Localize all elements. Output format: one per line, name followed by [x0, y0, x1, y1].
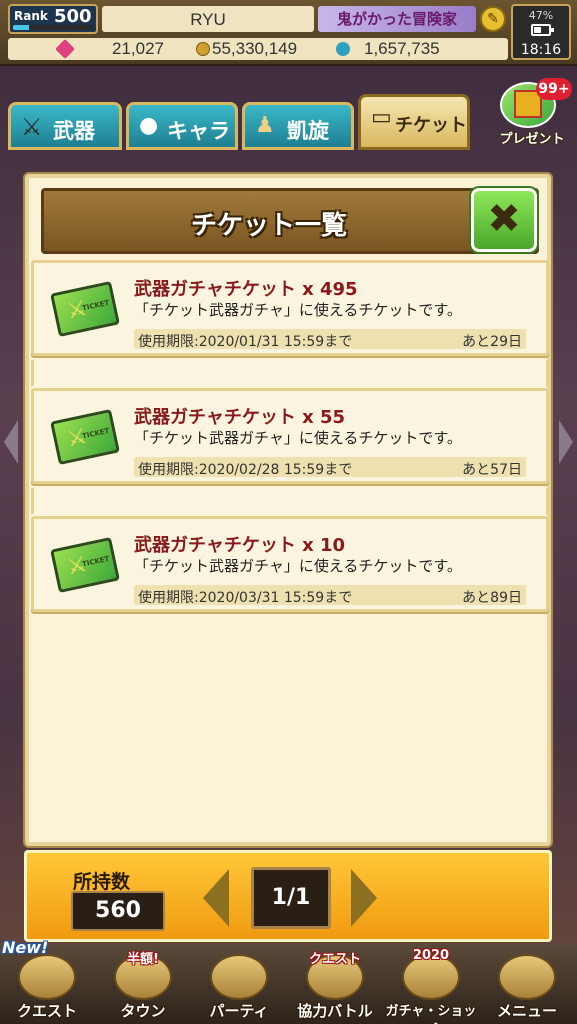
close-button[interactable]: ✖	[471, 188, 537, 252]
nav-quest-label: クエスト	[16, 1002, 77, 1020]
ticket-remaining-days: あと89日	[462, 590, 522, 606]
next-page-arrow-icon[interactable]	[351, 869, 377, 927]
nav-coop-tag: クエスト	[308, 952, 361, 967]
nav-gacha-tag: 2020	[412, 948, 450, 963]
pencil-icon[interactable]: ✎	[480, 6, 506, 32]
ticket-expiry-bar: 使用期限:2020/02/28 15:59まで あと57日	[134, 457, 526, 478]
present-button[interactable]: 99+ プレゼント	[492, 78, 572, 150]
ticket-remaining-days: あと57日	[462, 462, 522, 478]
gem-icon	[55, 39, 75, 59]
weapon-ticket-icon: ⚔ TICKET	[50, 537, 120, 593]
point-count: 1,657,735	[364, 39, 440, 58]
nav-town[interactable]: 半額! タウン	[96, 950, 190, 1022]
nav-quest[interactable]: クエスト	[0, 950, 94, 1022]
rank-display: Rank 500	[8, 4, 98, 34]
dialog-title: チケット一覧	[190, 211, 347, 241]
page-indicator: 1/1	[251, 867, 331, 929]
nav-menu[interactable]: メニュー	[480, 950, 574, 1022]
tab-triumph-label: 凱旋	[287, 119, 329, 143]
gem-count: 21,027	[112, 39, 164, 58]
rank-exp-bar	[13, 25, 93, 30]
ticket-icon: ▭	[371, 105, 392, 130]
ticket-remaining-days: あと29日	[462, 334, 522, 350]
present-count-badge: 99+	[536, 78, 572, 100]
sword-icon: ⚔	[21, 113, 43, 141]
ticket-description: 「チケット武器ガチャ」に使えるチケットです。	[134, 429, 462, 447]
owned-count-label: 所持数	[73, 871, 131, 893]
gold-coin-icon	[196, 42, 210, 56]
tab-ticket[interactable]: ▭ チケット	[358, 94, 470, 150]
top-status-bar: Rank 500 RYU 鬼がかった冒険家 ✎ 47% 18:16 21,027…	[0, 0, 577, 66]
clock: 18:16	[520, 42, 562, 58]
drop-icon	[336, 42, 350, 56]
right-page-arrow-icon[interactable]	[559, 420, 573, 464]
nav-menu-label: メニュー	[496, 1002, 557, 1020]
quest-icon	[18, 954, 76, 1000]
owned-count-value: 560	[71, 891, 165, 931]
ticket-item[interactable]: ⚔ TICKET 武器ガチャチケット x 55 「チケット武器ガチャ」に使えるチケ…	[31, 388, 549, 484]
ticket-name: 武器ガチャチケット x 495	[134, 279, 358, 300]
close-x-icon: ✖	[487, 196, 521, 242]
tab-weapon[interactable]: ⚔ 武器	[8, 102, 122, 150]
bottom-navigation: New! クエスト 半額! タウン パーティ クエスト 協力バトル 2020 ガ…	[0, 938, 577, 1024]
nav-gacha-shop-label: ガチャ・ショップ	[385, 1004, 477, 1024]
ticket-description: 「チケット武器ガチャ」に使えるチケットです。	[134, 301, 462, 319]
hero-icon: ♟	[255, 113, 275, 138]
currency-row: 21,027 55,330,149 1,657,735	[8, 38, 508, 60]
nav-town-tag: 半額!	[127, 952, 159, 967]
nav-town-label: タウン	[120, 1002, 166, 1020]
player-name-box[interactable]: RYU	[102, 6, 314, 32]
ticket-expiry: 使用期限:2020/02/28 15:59まで	[138, 462, 353, 478]
party-icon	[210, 954, 268, 1000]
menu-icon	[498, 954, 556, 1000]
tab-character[interactable]: ● キャラ	[126, 102, 238, 150]
tab-triumph[interactable]: ♟ 凱旋	[242, 102, 354, 150]
prev-page-arrow-icon[interactable]	[203, 869, 229, 927]
game-title-badge[interactable]: 鬼がかった冒険家	[318, 6, 476, 32]
weapon-ticket-icon: ⚔ TICKET	[50, 281, 120, 337]
character-icon: ●	[139, 113, 159, 138]
nav-coop-battle-label: 協力バトル	[297, 1002, 373, 1020]
nav-party-label: パーティ	[209, 1002, 269, 1020]
pagination-bar: 所持数 560 1/1	[24, 850, 552, 942]
battery-percent: 47%	[528, 9, 554, 22]
present-label: プレゼント	[499, 132, 565, 147]
ticket-expiry: 使用期限:2020/01/31 15:59まで	[138, 334, 353, 350]
rank-label: Rank	[14, 9, 48, 23]
ticket-expiry-bar: 使用期限:2020/01/31 15:59まで あと29日	[134, 329, 526, 350]
player-name: RYU	[190, 10, 226, 29]
tab-character-label: キャラ	[167, 119, 230, 143]
nav-party[interactable]: パーティ	[192, 950, 286, 1022]
ticket-description: 「チケット武器ガチャ」に使えるチケットです。	[134, 557, 462, 575]
battery-icon	[531, 24, 554, 36]
left-page-arrow-icon[interactable]	[4, 420, 18, 464]
ticket-name: 武器ガチャチケット x 55	[134, 407, 346, 428]
tab-ticket-label: チケット	[395, 115, 467, 136]
gold-count: 55,330,149	[212, 39, 298, 58]
rank-value: 500	[54, 6, 92, 27]
tab-weapon-label: 武器	[53, 119, 95, 143]
dialog-header: チケット一覧 ✖	[41, 188, 539, 254]
category-tabs: ⚔ 武器 ● キャラ ♟ 凱旋 ▭ チケット	[0, 92, 577, 152]
nav-coop-battle[interactable]: クエスト 協力バトル	[288, 950, 382, 1022]
battery-clock-box: 47% 18:16	[511, 4, 571, 60]
ticket-list-dialog: チケット一覧 ✖ ⚔ TICKET 武器ガチャチケット x 495 「チケット武器…	[25, 174, 551, 846]
list-divider	[31, 360, 549, 386]
nav-gacha-shop[interactable]: 2020 ガチャ・ショップ	[384, 948, 478, 1024]
weapon-ticket-icon: ⚔ TICKET	[50, 409, 120, 465]
ticket-item[interactable]: ⚔ TICKET 武器ガチャチケット x 495 「チケット武器ガチャ」に使えるチ…	[31, 260, 549, 356]
ticket-item[interactable]: ⚔ TICKET 武器ガチャチケット x 10 「チケット武器ガチャ」に使えるチケ…	[31, 516, 549, 612]
ticket-expiry: 使用期限:2020/03/31 15:59まで	[138, 590, 353, 606]
ticket-expiry-bar: 使用期限:2020/03/31 15:59まで あと89日	[134, 585, 526, 606]
ticket-name: 武器ガチャチケット x 10	[134, 535, 346, 556]
list-divider	[31, 488, 549, 514]
